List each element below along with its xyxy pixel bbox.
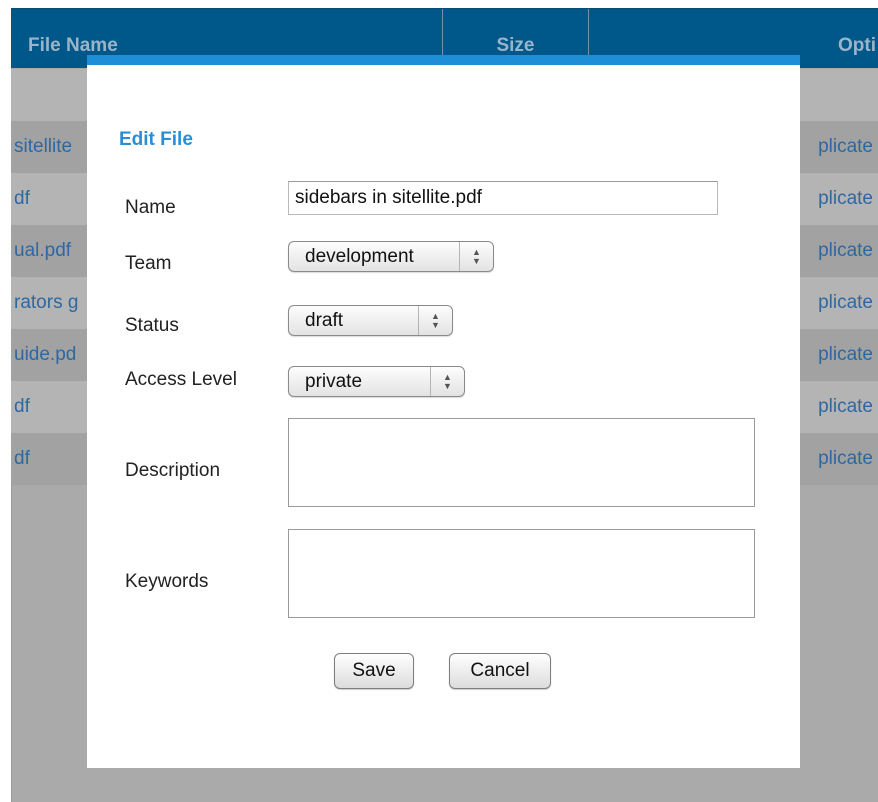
updown-chevron-icon: ▲ ▼ (459, 242, 493, 271)
file-name-link[interactable]: sitellite (14, 121, 88, 173)
duplicate-link[interactable]: plicate (818, 381, 873, 433)
duplicate-link[interactable]: plicate (818, 433, 873, 485)
team-label: Team (125, 253, 172, 274)
status-label: Status (125, 315, 179, 336)
duplicate-link[interactable]: plicate (818, 329, 873, 381)
description-textarea[interactable] (288, 418, 755, 507)
access-level-select[interactable]: private ▲ ▼ (288, 366, 465, 397)
updown-chevron-icon: ▲ ▼ (430, 367, 464, 396)
save-button[interactable]: Save (334, 653, 414, 689)
cancel-button[interactable]: Cancel (449, 653, 551, 689)
name-input[interactable] (288, 181, 718, 215)
name-label: Name (125, 197, 176, 218)
dialog-title: Edit File (119, 129, 193, 150)
status-select-value: draft (305, 309, 344, 331)
access-level-label: Access Level (125, 369, 237, 390)
duplicate-link[interactable]: plicate (818, 277, 873, 329)
file-name-link[interactable]: df (14, 381, 88, 433)
team-select[interactable]: development ▲ ▼ (288, 241, 494, 272)
file-name-link[interactable]: df (14, 433, 88, 485)
file-name-link[interactable] (14, 69, 88, 121)
description-label: Description (125, 460, 221, 481)
file-name-link[interactable]: ual.pdf (14, 225, 88, 277)
file-name-link[interactable]: rators g (14, 277, 88, 329)
edit-file-dialog: Edit File Name Team development ▲▼ Statu… (87, 55, 800, 768)
updown-chevron-icon: ▲ ▼ (418, 306, 452, 335)
duplicate-link[interactable]: plicate (818, 121, 873, 173)
status-select[interactable]: draft ▲ ▼ (288, 305, 453, 336)
keywords-textarea[interactable] (288, 529, 755, 618)
keywords-label: Keywords (125, 571, 209, 592)
duplicate-link[interactable]: plicate (818, 225, 873, 277)
file-name-link[interactable]: df (14, 173, 88, 225)
access-level-select-value: private (305, 370, 363, 392)
team-select-value: development (305, 245, 414, 267)
duplicate-link[interactable]: plicate (818, 173, 873, 225)
file-name-link[interactable]: uide.pd (14, 329, 88, 381)
